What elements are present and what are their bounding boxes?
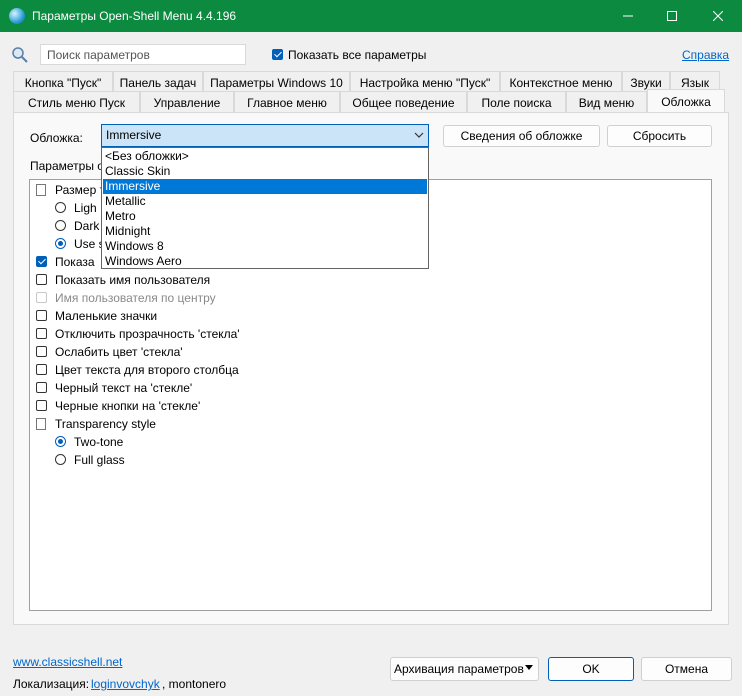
tab-start-menu-customize[interactable]: Настройка меню "Пуск" xyxy=(350,71,500,93)
close-button[interactable] xyxy=(696,0,740,32)
skin-option[interactable]: Windows 8 xyxy=(103,239,427,254)
search-icon xyxy=(12,47,28,63)
black-buttons-checkbox[interactable] xyxy=(36,400,47,411)
use-system-radio[interactable] xyxy=(55,238,66,249)
localization-author-link[interactable]: loginvovchyk xyxy=(91,677,160,691)
app-shell-icon xyxy=(9,8,25,24)
tab-taskbar[interactable]: Панель задач xyxy=(113,71,203,93)
search-input[interactable] xyxy=(40,44,246,65)
disable-glass-checkbox[interactable] xyxy=(36,328,47,339)
reset-button[interactable]: Сбросить xyxy=(607,125,712,147)
tab-menu-style[interactable]: Стиль меню Пуск xyxy=(13,91,140,113)
weaken-glass-label[interactable]: Ослабить цвет 'стекла' xyxy=(55,345,183,359)
params-label: Параметры о xyxy=(30,159,104,173)
localization-label: Локализация: xyxy=(13,677,90,691)
light-label[interactable]: Ligh xyxy=(74,201,97,215)
two-tone-radio[interactable] xyxy=(55,436,66,447)
center-username-label: Имя пользователя по центру xyxy=(55,291,216,305)
skin-option[interactable]: Metro xyxy=(103,209,427,224)
backup-settings-button[interactable]: Архивация параметров xyxy=(390,657,539,681)
show-all-label[interactable]: Показать все параметры xyxy=(288,48,426,62)
second-column-color-label[interactable]: Цвет текста для второго столбца xyxy=(55,363,239,377)
two-tone-label[interactable]: Two-tone xyxy=(74,435,123,449)
small-icons-checkbox[interactable] xyxy=(36,310,47,321)
tab-general-behavior[interactable]: Общее поведение xyxy=(340,91,467,113)
page-icon xyxy=(36,418,46,430)
center-username-checkbox xyxy=(36,292,47,303)
tab-menu-look[interactable]: Вид меню xyxy=(566,91,647,113)
skin-dropdown-list[interactable]: <Без обложки> Classic Skin Immersive Met… xyxy=(101,147,429,269)
chevron-down-icon xyxy=(414,132,424,138)
minimize-icon xyxy=(623,15,633,17)
show-username-checkbox[interactable] xyxy=(36,274,47,285)
dark-label[interactable]: Dark xyxy=(74,219,99,233)
tab-main-menu[interactable]: Главное меню xyxy=(234,91,340,113)
small-icons-label[interactable]: Маленькие значки xyxy=(55,309,157,323)
skin-option[interactable]: <Без обложки> xyxy=(103,149,427,164)
maximize-button[interactable] xyxy=(650,0,694,32)
tab-context-menu[interactable]: Контекстное меню xyxy=(500,71,622,93)
show-partial-label[interactable]: Показа xyxy=(55,255,95,269)
skin-option[interactable]: Windows Aero xyxy=(103,254,427,269)
tab-start-button[interactable]: Кнопка "Пуск" xyxy=(13,71,113,93)
skin-option-selected[interactable]: Immersive xyxy=(103,179,427,194)
skin-select[interactable]: Immersive xyxy=(101,124,429,147)
help-link[interactable]: Справка xyxy=(682,48,729,62)
transparency-style-header: Transparency style xyxy=(55,417,156,431)
second-column-color-checkbox[interactable] xyxy=(36,364,47,375)
size-header: Размер т xyxy=(55,183,106,197)
tab-controls[interactable]: Управление xyxy=(140,91,234,113)
skin-label: Обложка: xyxy=(30,131,83,145)
skin-option[interactable]: Metallic xyxy=(103,194,427,209)
tab-windows10[interactable]: Параметры Windows 10 xyxy=(203,71,350,93)
minimize-button[interactable] xyxy=(606,0,650,32)
black-buttons-label[interactable]: Черные кнопки на 'стекле' xyxy=(55,399,200,413)
disable-glass-label[interactable]: Отключить прозрачность 'стекла' xyxy=(55,327,240,341)
show-all-checkbox[interactable] xyxy=(272,49,283,60)
skin-info-button[interactable]: Сведения об обложке xyxy=(443,125,600,147)
page-icon xyxy=(36,184,46,196)
tab-skin[interactable]: Обложка xyxy=(647,89,725,113)
cancel-button[interactable]: Отмена xyxy=(641,657,732,681)
black-text-checkbox[interactable] xyxy=(36,382,47,393)
show-username-label[interactable]: Показать имя пользователя xyxy=(55,273,210,287)
weaken-glass-checkbox[interactable] xyxy=(36,346,47,357)
localization-authors-rest: , montonero xyxy=(162,677,227,691)
show-partial-checkbox[interactable] xyxy=(36,256,47,267)
full-glass-label[interactable]: Full glass xyxy=(74,453,125,467)
dropdown-arrow-icon xyxy=(525,665,533,670)
website-link[interactable]: www.classicshell.net xyxy=(13,655,122,669)
light-radio[interactable] xyxy=(55,202,66,213)
full-glass-radio[interactable] xyxy=(55,454,66,465)
tab-search-box[interactable]: Поле поиска xyxy=(467,91,566,113)
ok-button[interactable]: OK xyxy=(548,657,634,681)
black-text-label[interactable]: Черный текст на 'стекле' xyxy=(55,381,192,395)
dark-radio[interactable] xyxy=(55,220,66,231)
maximize-icon xyxy=(667,11,677,21)
close-icon xyxy=(713,11,723,21)
skin-option[interactable]: Classic Skin xyxy=(103,164,427,179)
skin-option[interactable]: Midnight xyxy=(103,224,427,239)
window-title: Параметры Open-Shell Menu 4.4.196 xyxy=(32,9,237,23)
